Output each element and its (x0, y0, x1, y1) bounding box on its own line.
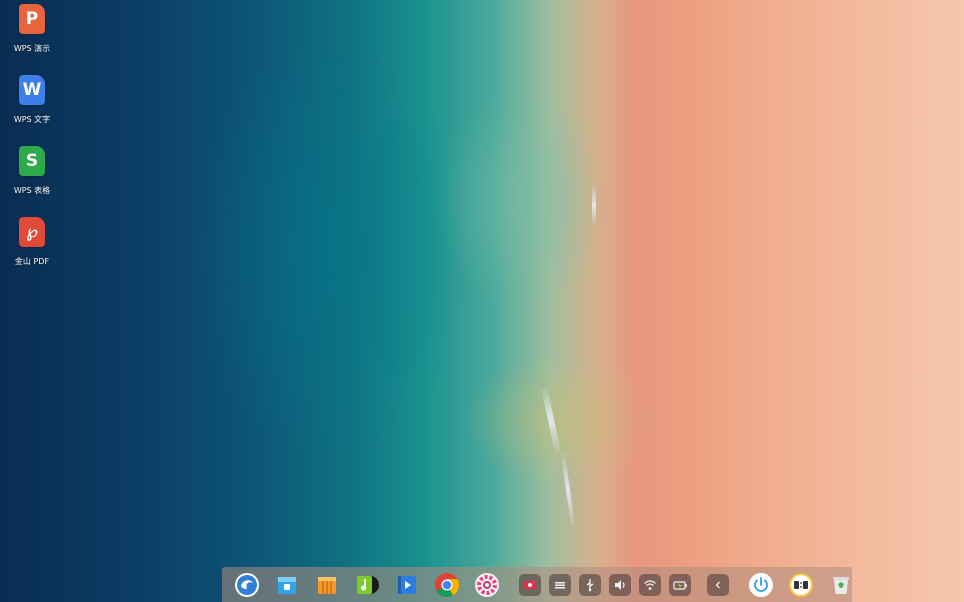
dock-clock[interactable] (781, 567, 821, 602)
app-store-icon (278, 576, 296, 594)
power-icon (749, 572, 773, 597)
tray-keyboard[interactable] (549, 573, 571, 596)
kingsoft-pdf-icon: ℘ (19, 217, 45, 247)
dock-power[interactable] (741, 567, 781, 602)
dock-chrome-browser[interactable] (427, 567, 467, 602)
collapse-tray-icon (715, 581, 720, 588)
dock-video-player[interactable] (387, 567, 427, 602)
usb-icon (586, 578, 594, 591)
desktop: P WPS 演示 W WPS 文字 S WPS 表格 ℘ 金山 PDF (0, 0, 964, 602)
tray-usb[interactable] (579, 573, 601, 596)
launcher-icon (235, 572, 259, 597)
dock-settings[interactable] (467, 567, 507, 602)
desktop-item-wps-spreadsheet[interactable]: S WPS 表格 (4, 144, 60, 215)
wifi-icon (644, 579, 656, 590)
wps-spreadsheet-icon: S (19, 146, 45, 176)
screen-recorder-icon (524, 580, 536, 589)
desktop-item-wps-writer[interactable]: W WPS 文字 (4, 73, 60, 144)
desktop-item-label: 金山 PDF (14, 257, 50, 266)
wps-writer-icon: W (19, 75, 45, 105)
volume-icon (615, 579, 625, 590)
wps-presentation-icon: P (19, 4, 45, 34)
dock-trash[interactable] (821, 567, 861, 602)
chrome-browser-icon (435, 572, 459, 597)
file-manager-icon (318, 576, 336, 594)
desktop-item-kingsoft-pdf[interactable]: ℘ 金山 PDF (4, 215, 60, 286)
dock (222, 567, 852, 602)
clock-icon (789, 572, 813, 597)
music-player-icon (357, 575, 379, 594)
trash-icon (833, 576, 849, 594)
tray-wifi[interactable] (639, 573, 661, 596)
wallpaper-foam (592, 185, 596, 225)
desktop-item-label: WPS 演示 (13, 44, 51, 53)
tray-volume[interactable] (609, 573, 631, 596)
desktop-item-label: WPS 文字 (13, 115, 51, 124)
dock-file-manager[interactable] (307, 567, 347, 602)
tray-screen-recorder[interactable] (519, 573, 541, 596)
tray-battery[interactable] (669, 573, 691, 596)
desktop-icon-column: P WPS 演示 W WPS 文字 S WPS 表格 ℘ 金山 PDF (4, 2, 60, 286)
keyboard-icon (555, 581, 565, 588)
tray-collapse[interactable] (707, 573, 729, 596)
wallpaper-foam (560, 450, 576, 530)
desktop-item-label: WPS 表格 (13, 186, 51, 195)
wallpaper-foam (540, 385, 562, 455)
dock-app-store[interactable] (267, 567, 307, 602)
desktop-item-wps-presentation[interactable]: P WPS 演示 (4, 2, 60, 73)
dock-music-player[interactable] (347, 567, 387, 602)
settings-icon (475, 572, 499, 597)
dock-launcher[interactable] (227, 567, 267, 602)
video-player-icon (398, 575, 416, 594)
battery-icon (673, 580, 687, 590)
